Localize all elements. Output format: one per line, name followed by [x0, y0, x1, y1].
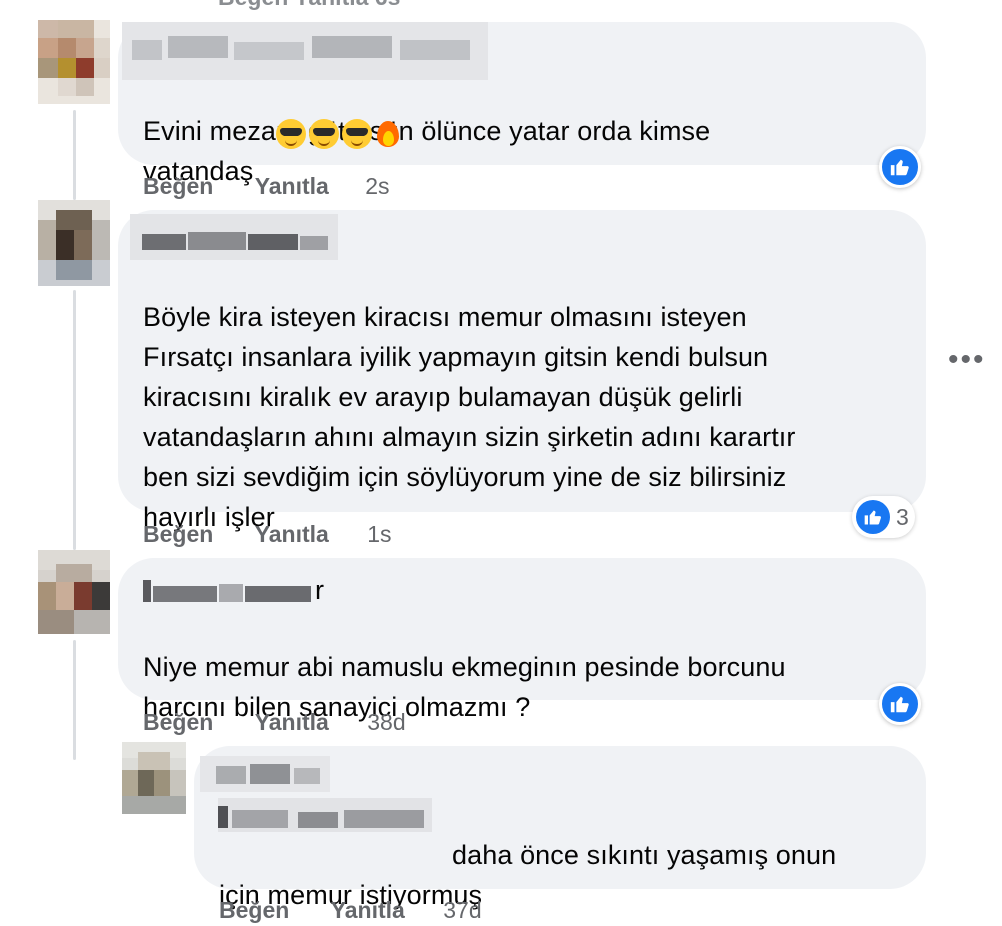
- commenter-name[interactable]: [200, 756, 330, 792]
- commenter-name[interactable]: [130, 214, 338, 260]
- comment-actions: Beğen Yanıtla 2s: [143, 173, 390, 200]
- avatar[interactable]: [38, 550, 110, 634]
- reply-button[interactable]: Yanıtla: [331, 897, 405, 924]
- reply-button[interactable]: Yanıtla: [255, 709, 329, 736]
- like-button[interactable]: Beğen: [143, 173, 213, 200]
- timestamp[interactable]: 37d: [443, 897, 481, 924]
- previous-comment-actions: Beğen Yanıtla 6s: [218, 0, 400, 11]
- comment-text: Böyle kira isteyen kiracısı memur olması…: [143, 302, 796, 532]
- fire-emoji: [375, 117, 401, 149]
- like-reaction-badge[interactable]: [879, 683, 921, 725]
- cool-emoji: [276, 119, 306, 149]
- thumbs-up-icon: [890, 696, 909, 713]
- like-button[interactable]: Beğen: [219, 897, 289, 924]
- reaction-summary[interactable]: 3: [852, 496, 915, 538]
- thumbs-up-icon: [890, 159, 909, 176]
- like-reaction-badge[interactable]: [879, 146, 921, 188]
- avatar[interactable]: [38, 20, 110, 104]
- timestamp[interactable]: 1s: [367, 521, 391, 548]
- cool-emoji: [342, 119, 372, 149]
- thread-line: [73, 110, 76, 200]
- thumbs-up-icon: [864, 510, 881, 525]
- reaction-count: 3: [896, 503, 909, 530]
- timestamp[interactable]: 2s: [365, 173, 389, 200]
- emoji-row: [276, 117, 401, 150]
- cool-emoji: [309, 119, 339, 149]
- avatar[interactable]: [122, 742, 186, 814]
- like-reaction-badge: [856, 500, 890, 534]
- comment-actions: Beğen Yanıtla 38d: [143, 709, 406, 736]
- comment-actions: Beğen Yanıtla 1s: [143, 521, 392, 548]
- comment-actions: Beğen Yanıtla 37d: [219, 897, 482, 924]
- more-options-icon[interactable]: •••: [948, 345, 986, 375]
- reply-button[interactable]: Yanıtla: [255, 173, 329, 200]
- mentioned-name[interactable]: [218, 798, 432, 832]
- thread-line: [73, 290, 76, 550]
- like-button[interactable]: Beğen: [143, 521, 213, 548]
- timestamp[interactable]: 38d: [367, 709, 405, 736]
- reply-button[interactable]: Yanıtla: [255, 521, 329, 548]
- commenter-name-tail: r: [315, 575, 324, 605]
- thread-line: [73, 640, 76, 760]
- like-button[interactable]: Beğen: [143, 709, 213, 736]
- avatar[interactable]: [38, 200, 110, 286]
- commenter-name[interactable]: [143, 574, 323, 608]
